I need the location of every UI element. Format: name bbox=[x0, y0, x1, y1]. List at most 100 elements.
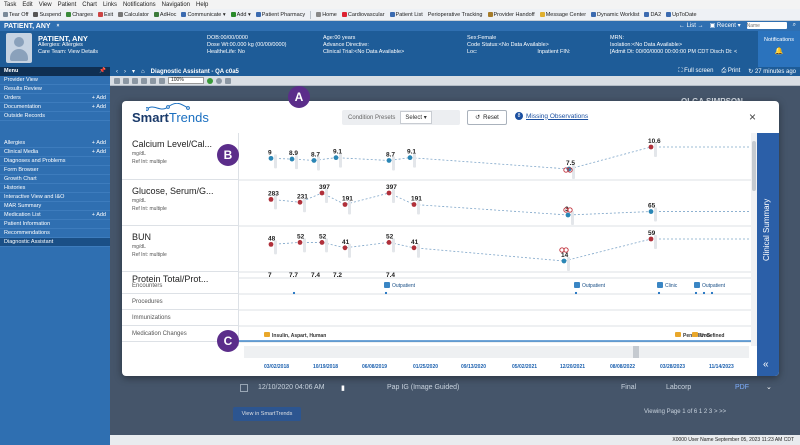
sidebar-add-link[interactable]: + Add bbox=[92, 139, 106, 147]
notifications-button[interactable]: Notifications 🔔 bbox=[758, 31, 800, 67]
status-bar: X0000 User Name September 05, 2023 11:23… bbox=[110, 435, 800, 445]
sidebar-item[interactable]: MAR Summary bbox=[0, 202, 110, 211]
sidebar-item[interactable]: Orders + Add bbox=[0, 94, 110, 103]
patient-search-input[interactable] bbox=[746, 22, 787, 29]
suspend-button[interactable]: Suspend bbox=[33, 11, 61, 18]
sidebar-item[interactable]: Diagnostic Assistant bbox=[0, 238, 110, 247]
reference-range-bar bbox=[654, 207, 657, 222]
x-tick-label: 10/19/2018 bbox=[313, 364, 338, 370]
patient-bar-controls: ← List → ▣ Recent ▾ ⌕ bbox=[679, 22, 796, 29]
reset-button[interactable]: ↺ Reset bbox=[467, 110, 507, 125]
sidebar-item[interactable]: Results Review bbox=[0, 85, 110, 94]
search-icon[interactable]: ⌕ bbox=[793, 22, 796, 29]
sidebar-add-link[interactable]: + Add bbox=[92, 148, 106, 156]
sidebar-add-link[interactable]: + Add bbox=[92, 211, 106, 219]
lab-label-bun[interactable]: BUN mg/dL Ref Int: multiple bbox=[122, 226, 238, 272]
close-icon[interactable]: × bbox=[749, 110, 756, 124]
menu-chart[interactable]: Chart bbox=[82, 2, 97, 8]
reset-label: Reset bbox=[483, 114, 499, 121]
recent-button[interactable]: ▣ Recent ▾ bbox=[710, 22, 741, 29]
da2-button[interactable]: DA2 bbox=[644, 11, 661, 18]
charges-button[interactable]: Charges bbox=[66, 11, 93, 18]
data-label: 8.7 bbox=[311, 151, 320, 158]
home-icon[interactable]: ⌂ bbox=[141, 69, 145, 75]
pin-icon[interactable]: 📌 bbox=[99, 67, 106, 76]
periop-tracking-button[interactable]: Perioperative Tracking bbox=[428, 12, 483, 18]
refresh-button[interactable]: ↻ 27 minutes ago bbox=[748, 68, 796, 75]
message-center-button[interactable]: Message Center bbox=[539, 11, 586, 18]
pdf-link[interactable]: PDF bbox=[735, 384, 749, 391]
pager[interactable]: Viewing Page 1 of 6 1 2 3 > >> bbox=[644, 409, 726, 415]
dropdown-icon[interactable]: ▾ bbox=[132, 68, 135, 75]
sidebar-item[interactable]: Growth Chart bbox=[0, 175, 110, 184]
patient-list-button[interactable]: Patient List bbox=[389, 11, 423, 18]
menu-notifications[interactable]: Notifications bbox=[123, 2, 156, 8]
cardiovascular-button[interactable]: Cardiovascular bbox=[341, 11, 385, 18]
sidebar-item[interactable]: Diagnoses and Problems bbox=[0, 157, 110, 166]
menu-patient[interactable]: Patient bbox=[58, 2, 77, 8]
care-team-link[interactable]: Care Team: View Details bbox=[38, 49, 98, 56]
chart-scroll-thumb[interactable] bbox=[752, 141, 756, 191]
double-chevron-left-icon[interactable]: « bbox=[763, 359, 769, 370]
provider-handoff-button[interactable]: Provider Handoff bbox=[487, 11, 535, 18]
sidebar-item[interactable]: Recommendations bbox=[0, 229, 110, 238]
condition-presets-select[interactable]: Select ▾ bbox=[400, 111, 432, 124]
sidebar-item[interactable]: Interactive View and I&O bbox=[0, 193, 110, 202]
menu-help[interactable]: Help bbox=[196, 2, 208, 8]
add-button[interactable]: Add ▾ bbox=[230, 11, 251, 18]
menu-view[interactable]: View bbox=[39, 2, 52, 8]
menu-navigation[interactable]: Navigation bbox=[162, 2, 190, 8]
sidebar-item[interactable]: Medication List + Add bbox=[0, 211, 110, 220]
sidebar-add-link[interactable]: + Add bbox=[92, 94, 106, 102]
menu-edit[interactable]: Edit bbox=[22, 2, 32, 8]
sidebar-item[interactable]: Histories bbox=[0, 184, 110, 193]
sidebar-item[interactable]: Allergies + Add bbox=[0, 139, 110, 148]
print-icon[interactable] bbox=[123, 77, 129, 84]
data-label: 397 bbox=[319, 184, 330, 191]
zoom-in-icon[interactable] bbox=[150, 77, 156, 84]
sidebar-item[interactable]: Patient Information bbox=[0, 220, 110, 229]
row-checkbox[interactable] bbox=[240, 384, 248, 392]
stop-icon[interactable] bbox=[216, 77, 222, 84]
communicate-button[interactable]: Communicate ▾ bbox=[181, 11, 226, 18]
menu-links[interactable]: Links bbox=[103, 2, 117, 8]
menu-task[interactable]: Task bbox=[4, 2, 16, 8]
calculator-button[interactable]: Calculator bbox=[118, 11, 149, 18]
patient-name-tab[interactable]: PATIENT, ANY bbox=[4, 23, 51, 30]
lab-label-glucose[interactable]: Glucose, Serum/G... mg/dL Ref Int: multipl… bbox=[122, 180, 238, 226]
sidebar-item[interactable]: Form Browser bbox=[0, 166, 110, 175]
settings-icon[interactable] bbox=[225, 77, 231, 84]
sidebar-item[interactable]: Clinical Media + Add bbox=[0, 148, 110, 157]
allergies-link[interactable]: Allergies: Allergies bbox=[38, 42, 98, 49]
find-icon[interactable] bbox=[114, 77, 120, 84]
back-icon[interactable]: ‹ bbox=[116, 69, 118, 75]
close-tab-icon[interactable]: × bbox=[57, 23, 60, 29]
missing-observations-link[interactable]: 8 Missing Observations bbox=[515, 112, 588, 120]
patient-pharmacy-button[interactable]: Patient Pharmacy bbox=[255, 11, 305, 18]
uptodate-button[interactable]: UpToDate bbox=[666, 11, 697, 18]
fullscreen-button[interactable]: ⛶ Full screen bbox=[678, 68, 713, 75]
expand-row-icon[interactable]: ⌄ bbox=[766, 383, 772, 391]
zoom-out-icon[interactable] bbox=[159, 77, 165, 84]
sidebar-add-link[interactable]: + Add bbox=[92, 103, 106, 111]
adhoc-button[interactable]: AdHoc bbox=[153, 11, 176, 18]
exit-button[interactable]: Exit bbox=[97, 11, 113, 18]
home-button[interactable]: Home bbox=[316, 11, 337, 18]
copy-icon[interactable] bbox=[132, 77, 138, 84]
go-icon[interactable] bbox=[207, 77, 213, 84]
paste-icon[interactable] bbox=[141, 77, 147, 84]
data-point bbox=[268, 155, 274, 161]
trend-chart[interactable]: 9 8.9 8.7 9.1 8.7 9.1 7.5 10.6 283 231 397 191 397 19… bbox=[238, 133, 757, 376]
view-in-smarttrends-button[interactable]: View in SmartTrends bbox=[233, 407, 301, 421]
sidebar-item[interactable]: Documentation + Add bbox=[0, 103, 110, 112]
clinical-summary-panel[interactable]: Clinical Summary « bbox=[757, 133, 779, 376]
tear-off-button[interactable]: Tear Off bbox=[3, 11, 28, 18]
sidebar-item[interactable]: Provider View bbox=[0, 76, 110, 85]
forward-icon[interactable]: › bbox=[124, 69, 126, 75]
zoom-select[interactable]: 100% bbox=[168, 77, 204, 84]
reference-range-bar bbox=[654, 143, 657, 157]
print-button[interactable]: ⎙ Print bbox=[721, 68, 740, 75]
dynamic-worklist-button[interactable]: Dynamic Worklist bbox=[591, 11, 639, 18]
sidebar-item[interactable]: Outside Records bbox=[0, 112, 110, 121]
list-button[interactable]: ← List → bbox=[679, 23, 704, 29]
